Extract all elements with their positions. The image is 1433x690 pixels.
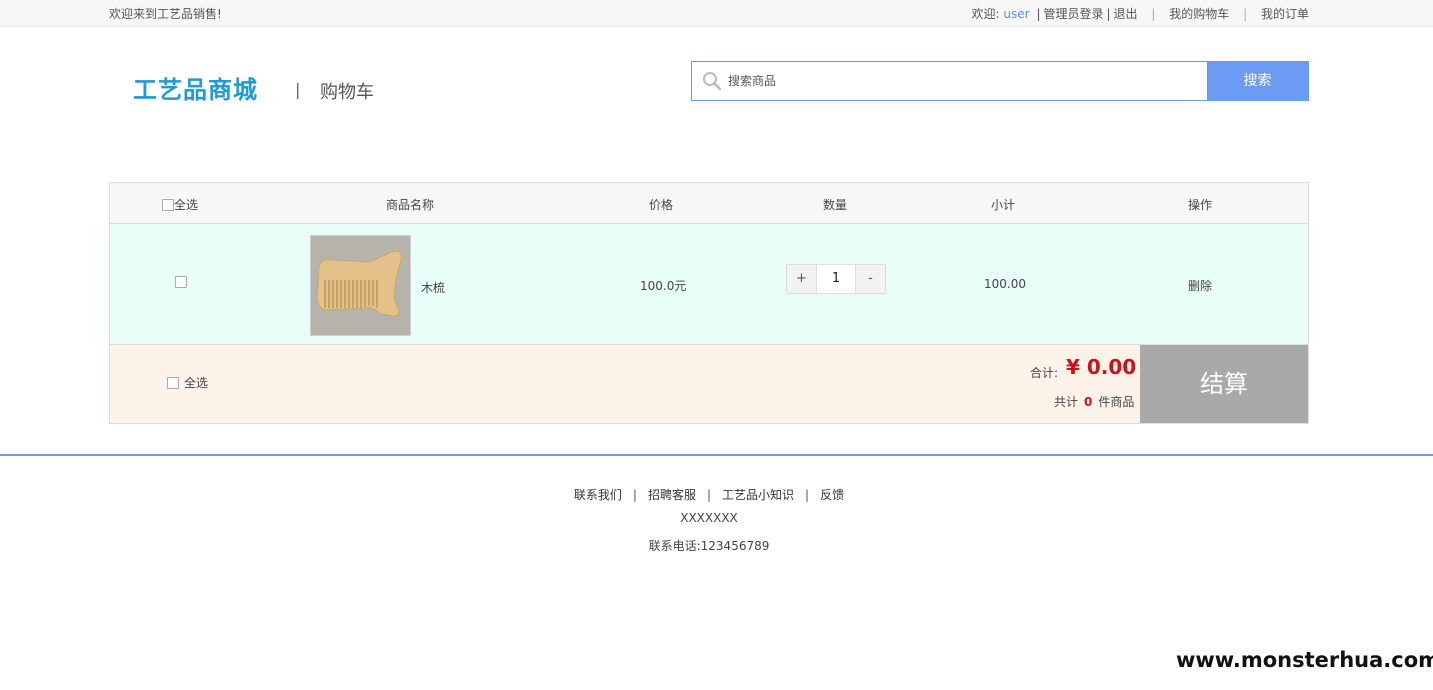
top-bar: 欢迎来到工艺品销售! 欢迎: user | 管理员登录 | 退出 | 我的购物车 | … — [0, 0, 1433, 27]
divider: | — [632, 488, 637, 502]
watermark: www.monsterhua.com — [1172, 632, 1433, 690]
count-prefix: 共计 — [1054, 395, 1079, 409]
my-orders-link[interactable]: 我的订单 — [1261, 7, 1309, 21]
divider: | — [1106, 7, 1111, 21]
divider: | — [706, 488, 712, 502]
cart-header-row: 全选 商品名称 价格 数量 小计 操作 — [110, 183, 1308, 224]
search-input[interactable] — [728, 62, 1198, 100]
footer-select-all[interactable]: 全选 — [167, 374, 208, 391]
username-link[interactable]: user — [1003, 7, 1029, 21]
product-image[interactable] — [310, 235, 411, 336]
footer-links: 联系我们 | 招聘客服 | 工艺品小知识 | 反馈 — [0, 486, 1418, 503]
quantity-stepper: + 1 - — [786, 264, 886, 294]
header-separator: | — [295, 80, 301, 99]
header-action: 操作 — [1188, 198, 1213, 212]
search-button[interactable]: 搜索 — [1207, 61, 1308, 101]
divider: | — [1243, 7, 1248, 21]
divider: | — [1151, 7, 1156, 21]
search-bar: 搜索 — [691, 61, 1309, 101]
welcome-text: 欢迎来到工艺品销售! — [109, 7, 222, 21]
footer-link-feedback[interactable]: 反馈 — [820, 488, 844, 502]
select-all-checkbox[interactable] — [162, 199, 174, 211]
total-label: 合计: — [1030, 366, 1059, 380]
table-row: 木梳 100.0元 + 1 - 100.00 删除 — [110, 224, 1308, 345]
quantity-value[interactable]: 1 — [818, 265, 854, 293]
search-icon — [703, 72, 722, 91]
footer-link-knowledge[interactable]: 工艺品小知识 — [722, 488, 794, 502]
item-count: 共计 0 件商品 — [1054, 393, 1134, 410]
footer-select-all-label: 全选 — [184, 376, 209, 390]
footer-link-jobs[interactable]: 招聘客服 — [648, 488, 696, 502]
count-suffix: 件商品 — [1098, 395, 1135, 409]
count-value: 0 — [1084, 395, 1093, 409]
header-name: 商品名称 — [386, 198, 435, 212]
header-subtotal: 小计 — [991, 198, 1016, 212]
product-subtotal: 100.00 — [984, 277, 1026, 291]
product-price: 100.0元 — [640, 279, 687, 293]
footer-select-all-checkbox[interactable] — [167, 377, 179, 389]
site-logo[interactable]: 工艺品商城 — [133, 70, 258, 105]
header-quantity: 数量 — [823, 198, 848, 212]
select-all-label: 全选 — [174, 198, 199, 212]
my-cart-link[interactable]: 我的购物车 — [1169, 7, 1229, 21]
cart-table: 全选 商品名称 价格 数量 小计 操作 木梳 100.0元 + 1 - 100.… — [109, 182, 1309, 424]
divider: | — [1036, 7, 1041, 21]
greeting-label: 欢迎: — [971, 7, 1000, 21]
quantity-increase-button[interactable]: + — [787, 265, 817, 293]
total-value: ¥ 0.00 — [1066, 355, 1137, 379]
checkout-button[interactable]: 结算 — [1140, 345, 1308, 423]
watermark-text: www.monsterhua.com — [1176, 648, 1433, 672]
footer-divider — [0, 454, 1433, 456]
admin-login-link[interactable]: 管理员登录 — [1043, 7, 1103, 21]
divider: | — [805, 488, 810, 502]
quantity-decrease-button[interactable]: - — [855, 265, 885, 293]
select-all-header[interactable]: 全选 — [162, 196, 198, 213]
product-name[interactable]: 木梳 — [421, 279, 445, 296]
header-price: 价格 — [649, 198, 674, 212]
cart-summary: 全选 合计: ¥ 0.00 共计 0 件商品 结算 — [110, 345, 1308, 423]
delete-link[interactable]: 删除 — [1188, 277, 1212, 294]
footer-phone: 联系电话:123456789 — [648, 539, 770, 553]
user-links: 欢迎: user | 管理员登录 | 退出 | 我的购物车 | 我的订单 — [972, 5, 1309, 22]
page-title: 购物车 — [320, 82, 374, 103]
item-checkbox[interactable] — [175, 276, 187, 288]
footer-link-contact[interactable]: 联系我们 — [574, 488, 622, 502]
comb-image — [311, 236, 410, 335]
logout-link[interactable]: 退出 — [1114, 7, 1138, 21]
footer-address: XXXXXXX — [680, 511, 738, 525]
